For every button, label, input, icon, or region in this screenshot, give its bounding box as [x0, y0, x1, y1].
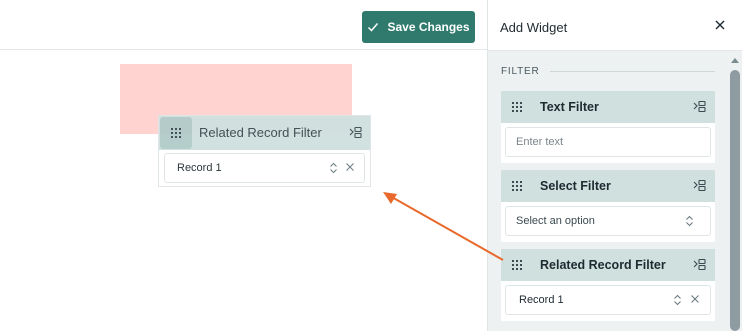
record-select-value: Record 1 [177, 162, 222, 174]
card-title: Select Filter [540, 179, 611, 193]
chevron-up-down-icon [686, 215, 693, 227]
section-divider [550, 71, 715, 72]
drag-handle-icon[interactable] [511, 101, 523, 113]
panel-title: Add Widget [500, 20, 568, 35]
checkmark-icon [368, 23, 379, 32]
widget-card-related-record-filter[interactable]: Related Record Filter Record 1 [501, 249, 715, 321]
card-title: Text Filter [540, 100, 599, 114]
select-filter-dropdown[interactable]: Select an option [505, 206, 711, 236]
select-filter-placeholder: Select an option [516, 215, 595, 227]
panel-header: Add Widget [488, 0, 742, 51]
clear-icon[interactable] [345, 162, 355, 172]
canvas-toolbar: Save Changes [0, 0, 487, 50]
card-header: Related Record Filter [501, 249, 715, 281]
card-header: Text Filter [501, 91, 715, 123]
save-changes-label: Save Changes [387, 20, 470, 34]
clear-icon[interactable] [690, 294, 700, 304]
insert-widget-icon[interactable] [693, 258, 706, 271]
panel-body: FILTER Text Filter Enter text Select Fil… [488, 51, 742, 331]
scrollbar-thumb[interactable] [730, 70, 740, 331]
add-widget-panel: Add Widget FILTER Text Filter Enter text [487, 0, 742, 331]
chevron-up-down-icon [330, 162, 337, 174]
card-header: Select Filter [501, 170, 715, 202]
widget-header: Related Record Filter [159, 116, 370, 150]
related-record-select[interactable]: Record 1 [505, 285, 711, 315]
drag-handle-icon[interactable] [511, 259, 523, 271]
text-filter-input[interactable]: Enter text [505, 127, 711, 157]
save-changes-button[interactable]: Save Changes [362, 11, 475, 43]
close-icon[interactable] [713, 18, 727, 32]
widget-card-text-filter[interactable]: Text Filter Enter text [501, 91, 715, 163]
chevron-up-down-icon [674, 294, 681, 306]
text-filter-placeholder: Enter text [516, 136, 564, 148]
related-record-value: Record 1 [519, 294, 564, 306]
widget-title: Related Record Filter [199, 125, 322, 140]
card-title: Related Record Filter [540, 258, 666, 272]
drag-handle-icon[interactable] [511, 180, 523, 192]
insert-widget-icon[interactable] [693, 179, 706, 192]
insert-widget-icon[interactable] [693, 100, 706, 113]
scroll-up-arrow-icon[interactable] [731, 58, 739, 63]
widget-card-select-filter[interactable]: Select Filter Select an option [501, 170, 715, 242]
dragged-related-record-filter-widget[interactable]: Related Record Filter Record 1 [158, 115, 371, 187]
record-select-field[interactable]: Record 1 [164, 153, 365, 183]
insert-widget-icon[interactable] [349, 126, 362, 139]
drag-handle-icon[interactable] [160, 117, 192, 149]
section-label-filter: FILTER [501, 66, 540, 77]
